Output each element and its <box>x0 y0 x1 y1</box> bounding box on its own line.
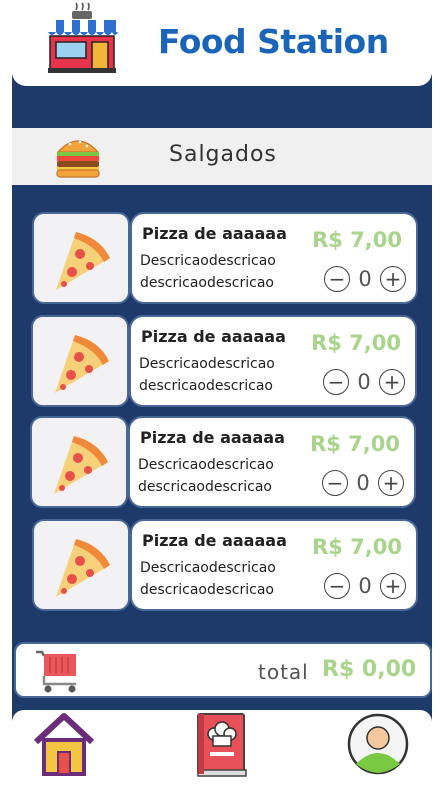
product-image[interactable] <box>31 315 129 407</box>
product-description: Descricaodescricao descricaodescricao <box>139 353 289 397</box>
quantity-value: 0 <box>356 471 370 495</box>
product-row: Pizza de aaaaaa Descricaodescricao descr… <box>0 212 440 304</box>
quantity-value: 0 <box>358 574 372 598</box>
increase-button[interactable]: + <box>380 573 406 599</box>
increase-button[interactable]: + <box>379 369 405 395</box>
product-image[interactable] <box>30 416 128 508</box>
user-avatar-icon[interactable] <box>346 712 410 778</box>
decrease-button[interactable]: − <box>323 369 349 395</box>
product-description-line: descricaodescricao <box>139 378 273 394</box>
cart-total-bar[interactable]: total R$ 0,00 <box>14 642 432 698</box>
increase-button[interactable]: + <box>378 470 404 496</box>
product-description: Descricaodescricao descricaodescricao <box>140 557 290 601</box>
product-price: R$ 7,00 <box>310 432 400 456</box>
quantity-stepper: − 0 + <box>324 573 406 599</box>
decrease-button[interactable]: − <box>324 573 350 599</box>
product-description: Descricaodescricao descricaodescricao <box>138 454 288 498</box>
shopping-cart-icon[interactable] <box>34 648 80 694</box>
product-card[interactable]: Pizza de aaaaaa Descricaodescricao descr… <box>128 416 416 508</box>
burger-icon <box>56 140 100 178</box>
total-label: total <box>258 660 309 684</box>
product-name: Pizza de aaaaaa <box>142 531 287 550</box>
product-price: R$ 7,00 <box>312 535 402 559</box>
bottom-nav <box>12 710 432 785</box>
product-name: Pizza de aaaaaa <box>142 224 287 243</box>
quantity-stepper: − 0 + <box>324 266 406 292</box>
product-card[interactable]: Pizza de aaaaaa Descricaodescricao descr… <box>130 212 418 304</box>
product-image[interactable] <box>32 519 130 611</box>
product-description-line: Descricaodescricao <box>139 356 275 372</box>
recipe-book-icon[interactable] <box>194 712 250 778</box>
quantity-value: 0 <box>358 267 372 291</box>
quantity-stepper: − 0 + <box>322 470 404 496</box>
total-value: R$ 0,00 <box>322 657 417 682</box>
product-name: Pizza de aaaaaa <box>141 327 286 346</box>
product-image[interactable] <box>32 212 130 304</box>
app-title: Food Station <box>158 22 389 61</box>
home-icon[interactable] <box>32 712 96 778</box>
product-price: R$ 7,00 <box>312 228 402 252</box>
quantity-value: 0 <box>357 370 371 394</box>
pizza-icon <box>55 335 109 393</box>
category-label: Salgados <box>169 142 277 167</box>
product-description-line: descricaodescricao <box>138 479 272 495</box>
product-description-line: Descricaodescricao <box>140 253 276 269</box>
product-row: Pizza de aaaaaa Descricaodescricao descr… <box>0 416 440 508</box>
decrease-button[interactable]: − <box>324 266 350 292</box>
product-row: Pizza de aaaaaa Descricaodescricao descr… <box>0 315 440 407</box>
product-card[interactable]: Pizza de aaaaaa Descricaodescricao descr… <box>130 519 418 611</box>
product-description: Descricaodescricao descricaodescricao <box>140 250 290 294</box>
product-card[interactable]: Pizza de aaaaaa Descricaodescricao descr… <box>129 315 417 407</box>
store-icon <box>48 2 118 73</box>
pizza-icon <box>56 539 110 597</box>
product-row: Pizza de aaaaaa Descricaodescricao descr… <box>0 519 440 611</box>
pizza-icon <box>54 436 108 494</box>
quantity-stepper: − 0 + <box>323 369 405 395</box>
product-description-line: Descricaodescricao <box>138 457 274 473</box>
increase-button[interactable]: + <box>380 266 406 292</box>
decrease-button[interactable]: − <box>322 470 348 496</box>
product-description-line: Descricaodescricao <box>140 560 276 576</box>
product-price: R$ 7,00 <box>311 331 401 355</box>
product-description-line: descricaodescricao <box>140 582 274 598</box>
product-name: Pizza de aaaaaa <box>140 428 285 447</box>
product-description-line: descricaodescricao <box>140 275 274 291</box>
category-bar[interactable]: Salgados <box>12 128 432 185</box>
pizza-icon <box>56 232 110 290</box>
app-header: Food Station <box>12 0 432 86</box>
